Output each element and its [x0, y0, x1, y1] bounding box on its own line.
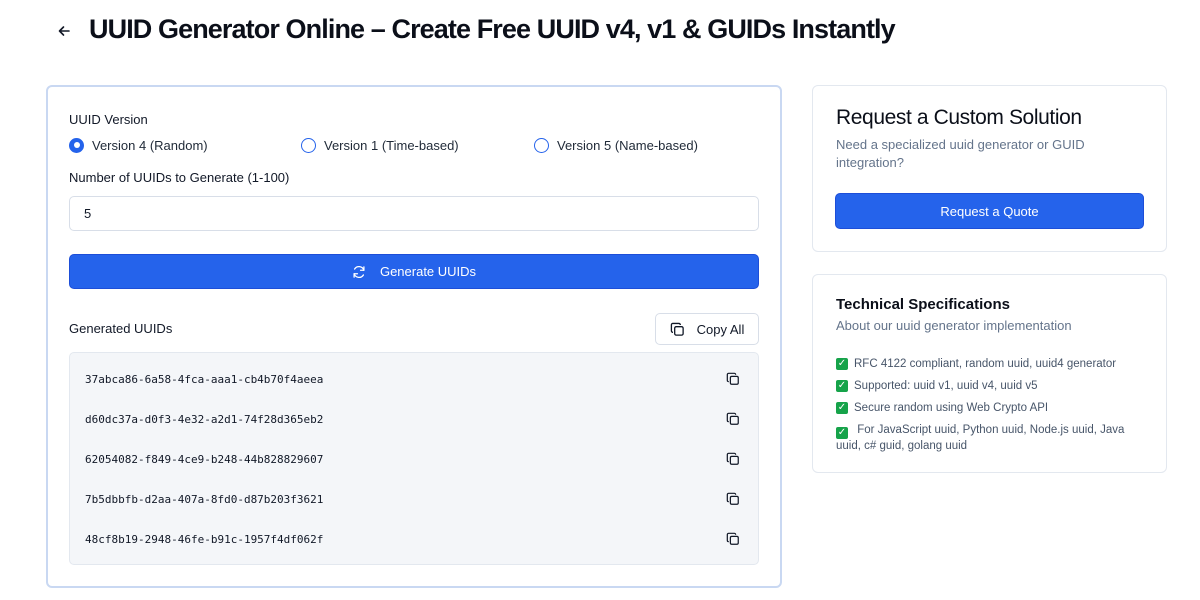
copy-all-label: Copy All	[696, 321, 745, 337]
spec-item: ✓ RFC 4122 compliant, random uuid, uuid4…	[836, 357, 1146, 372]
copy-uuid-button[interactable]	[723, 409, 743, 429]
spec-item: ✓ For JavaScript uuid, Python uuid, Node…	[836, 423, 1146, 454]
uuid-value: 62054082-f849-4ce9-b248-44b828829607	[85, 452, 324, 466]
technical-specs-title: Technical Specifications	[836, 296, 1010, 313]
radio-unchecked-icon	[301, 137, 316, 153]
request-quote-button[interactable]: Request a Quote	[835, 193, 1144, 229]
page-title: UUID Generator Online – Create Free UUID…	[89, 14, 896, 44]
uuid-version-label: UUID Version	[69, 112, 148, 127]
check-mark-icon: ✓	[836, 358, 848, 370]
copy-icon	[670, 322, 684, 336]
check-mark-icon: ✓	[836, 402, 848, 414]
copy-all-button[interactable]: Copy All	[655, 313, 759, 345]
uuid-row: 7b5dbbfb-d2aa-407a-8fd0-d87b203f3621	[70, 479, 758, 519]
spec-list: ✓ RFC 4122 compliant, random uuid, uuid4…	[836, 357, 1146, 461]
radio-label: Version 1 (Time-based)	[324, 137, 459, 153]
copy-uuid-button[interactable]	[723, 449, 743, 469]
spec-item: ✓ Secure random using Web Crypto API	[836, 401, 1146, 416]
copy-icon	[726, 412, 739, 425]
arrow-left-icon	[58, 26, 70, 36]
custom-solution-description: Need a specialized uuid generator or GUI…	[836, 137, 1085, 170]
check-mark-icon: ✓	[836, 427, 848, 439]
generate-uuids-button[interactable]: Generate UUIDs	[69, 254, 759, 289]
request-quote-label: Request a Quote	[940, 203, 1039, 219]
radio-unchecked-icon	[534, 137, 549, 153]
copy-icon	[726, 532, 739, 545]
uuid-count-input[interactable]	[69, 196, 759, 231]
spec-item-text: Supported: uuid v1, uuid v4, uuid v5	[854, 380, 1038, 392]
generate-button-label: Generate UUIDs	[379, 264, 477, 279]
custom-solution-card: Request a Custom Solution Need a special…	[812, 85, 1167, 252]
copy-icon	[726, 372, 739, 385]
back-button[interactable]	[52, 19, 76, 43]
spec-item-text: RFC 4122 compliant, random uuid, uuid4 g…	[854, 358, 1117, 370]
copy-uuid-button[interactable]	[723, 369, 743, 389]
uuid-count-label: Number of UUIDs to Generate (1-100)	[69, 170, 290, 185]
uuid-row: 48cf8b19-2948-46fe-b91c-1957f4df062f	[70, 519, 758, 559]
uuid-row: 62054082-f849-4ce9-b248-44b828829607	[70, 439, 758, 479]
uuid-row: d60dc37a-d0f3-4e32-a2d1-74f28d365eb2	[70, 399, 758, 439]
copy-uuid-button[interactable]	[723, 529, 743, 549]
page-header: UUID Generator Online – Create Free UUID…	[0, 0, 1200, 62]
copy-icon	[726, 452, 739, 465]
radio-version-5[interactable]: Version 5 (Name-based)	[534, 136, 698, 154]
radio-version-4[interactable]: Version 4 (Random)	[69, 136, 208, 154]
check-mark-icon: ✓	[836, 380, 848, 392]
uuid-value: 48cf8b19-2948-46fe-b91c-1957f4df062f	[85, 532, 324, 546]
generated-uuids-label: Generated UUIDs	[69, 321, 173, 336]
uuid-value: 37abca86-6a58-4fca-aaa1-cb4b70f4aeea	[85, 372, 324, 386]
spec-item-text: Secure random using Web Crypto API	[854, 402, 1049, 414]
technical-specs-subtitle: About our uuid generator implementation	[836, 318, 1072, 333]
radio-label: Version 4 (Random)	[92, 137, 208, 153]
radio-version-1[interactable]: Version 1 (Time-based)	[301, 136, 459, 154]
uuid-value: d60dc37a-d0f3-4e32-a2d1-74f28d365eb2	[85, 412, 324, 426]
uuid-value: 7b5dbbfb-d2aa-407a-8fd0-d87b203f3621	[85, 492, 324, 506]
copy-uuid-button[interactable]	[723, 489, 743, 509]
refresh-icon	[353, 265, 365, 278]
spec-item: ✓ Supported: uuid v1, uuid v4, uuid v5	[836, 379, 1146, 394]
spec-item-text: For JavaScript uuid, Python uuid, Node.j…	[836, 424, 1125, 452]
custom-solution-title: Request a Custom Solution	[836, 106, 1082, 129]
radio-label: Version 5 (Name-based)	[557, 137, 698, 153]
radio-checked-icon	[69, 137, 84, 153]
uuid-row: 37abca86-6a58-4fca-aaa1-cb4b70f4aeea	[70, 359, 758, 399]
uuid-list: 37abca86-6a58-4fca-aaa1-cb4b70f4aeea d60…	[69, 352, 759, 565]
technical-specs-card: Technical Specifications About our uuid …	[812, 274, 1167, 473]
copy-icon	[726, 492, 739, 505]
